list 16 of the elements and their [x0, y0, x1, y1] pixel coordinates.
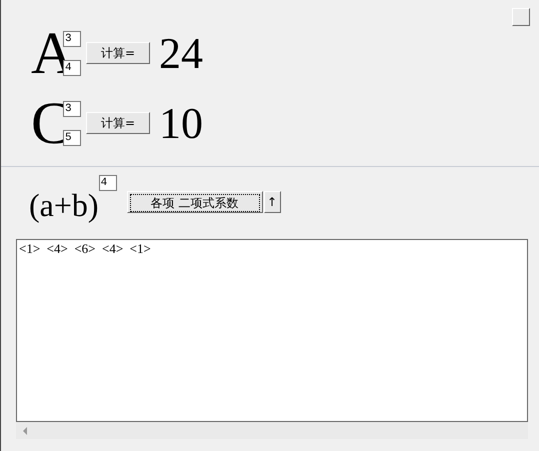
result-value: 24: [159, 28, 203, 78]
input-field[interactable]: 3: [63, 100, 81, 116]
input-field[interactable]: 5: [63, 130, 81, 146]
small-button[interactable]: [512, 8, 530, 26]
output-text-area[interactable]: <1> <4> <6> <4> <1>: [16, 239, 528, 422]
result-value: 10: [159, 98, 203, 148]
horizontal-scrollbar[interactable]: [16, 422, 528, 439]
arrow-button[interactable]: ↑: [264, 191, 281, 213]
input-field[interactable]: 4: [63, 60, 81, 76]
scroll-left-icon[interactable]: [22, 426, 28, 434]
coefficients-button[interactable]: 各项 二项式系数: [126, 191, 263, 213]
input-field[interactable]: 3: [63, 30, 81, 46]
calculate-button[interactable]: 计算=: [86, 112, 150, 134]
exponent-field[interactable]: 4: [98, 175, 117, 191]
binomial-expression: (a+b): [29, 186, 99, 224]
calculate-button[interactable]: 计算=: [86, 42, 150, 64]
